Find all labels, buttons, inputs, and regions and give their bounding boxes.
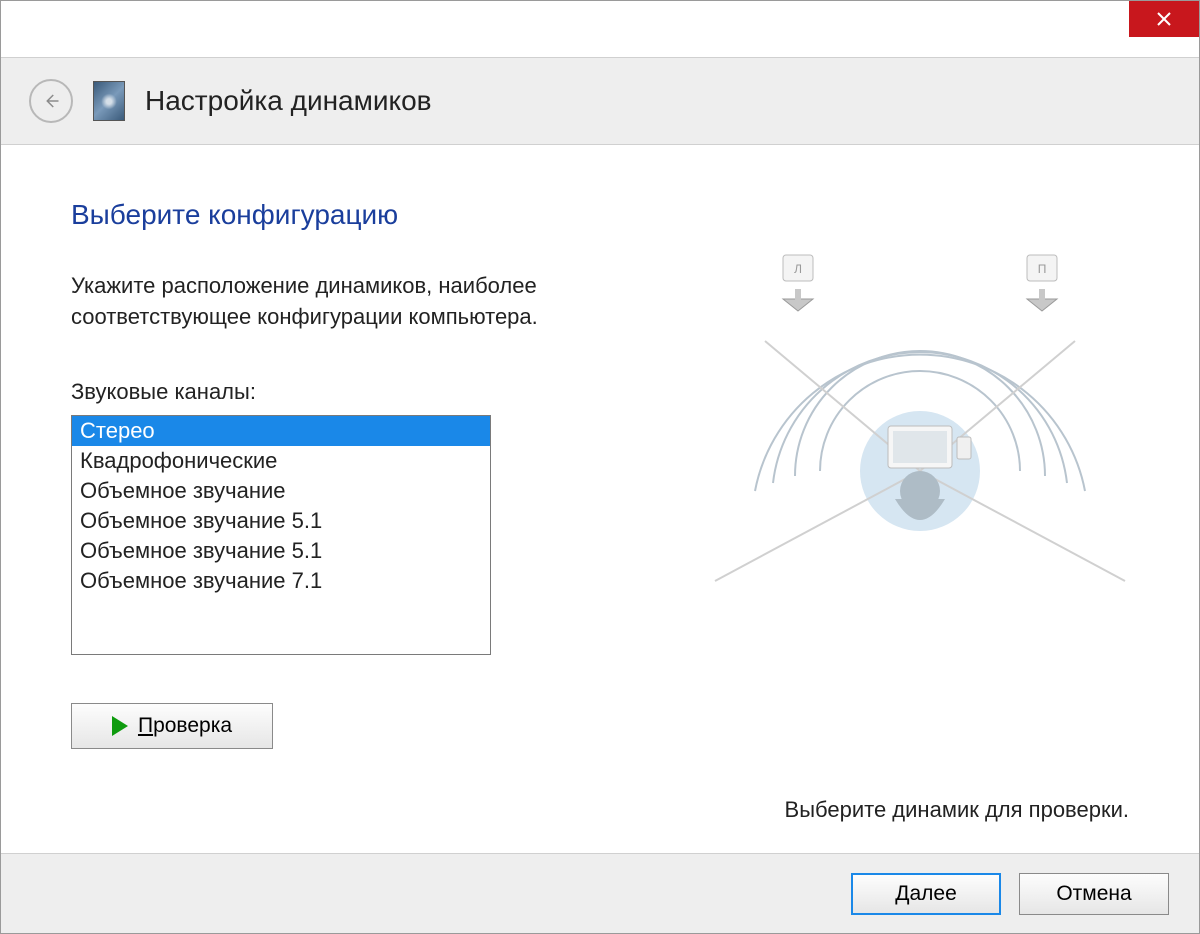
next-button[interactable]: Далее [851,873,1001,915]
channels-listbox[interactable]: СтереоКвадрофоническиеОбъемное звучаниеО… [71,415,491,655]
speaker-setup-dialog: Настройка динамиков Выберите конфигураци… [0,0,1200,934]
close-icon [1157,12,1171,26]
page-title: Выберите конфигурацию [71,199,1129,231]
hint-text: Выберите динамик для проверки. [785,797,1129,823]
instruction-text: Укажите расположение динамиков, наиболее… [71,271,691,333]
diagram-left-speaker[interactable]: Л [783,255,813,311]
speaker-layout-diagram[interactable]: Л П [705,251,1135,631]
channel-option[interactable]: Объемное звучание [72,476,490,506]
channel-option[interactable]: Объемное звучание 5.1 [72,536,490,566]
speaker-device-icon [93,81,125,121]
channel-option[interactable]: Объемное звучание 5.1 [72,506,490,536]
content-pane: Выберите конфигурацию Укажите расположен… [29,171,1171,843]
diagram-right-speaker[interactable]: П [1027,255,1057,311]
channel-option[interactable]: Стерео [72,416,490,446]
channel-option[interactable]: Объемное звучание 7.1 [72,566,490,596]
svg-text:П: П [1038,262,1047,276]
wizard-footer: Далее Отмена [1,853,1199,933]
back-button[interactable] [29,79,73,123]
wizard-header: Настройка динамиков [1,57,1199,145]
test-button[interactable]: Проверка [71,703,273,749]
test-button-rest: роверка [153,714,232,737]
back-arrow-icon [42,92,60,110]
channel-option[interactable]: Квадрофонические [72,446,490,476]
cancel-button[interactable]: Отмена [1019,873,1169,915]
titlebar [1,1,1199,57]
test-button-underline: П [138,714,153,737]
close-button[interactable] [1129,1,1199,37]
play-icon [112,716,128,736]
wizard-title: Настройка динамиков [145,85,432,117]
svg-text:Л: Л [794,262,802,276]
